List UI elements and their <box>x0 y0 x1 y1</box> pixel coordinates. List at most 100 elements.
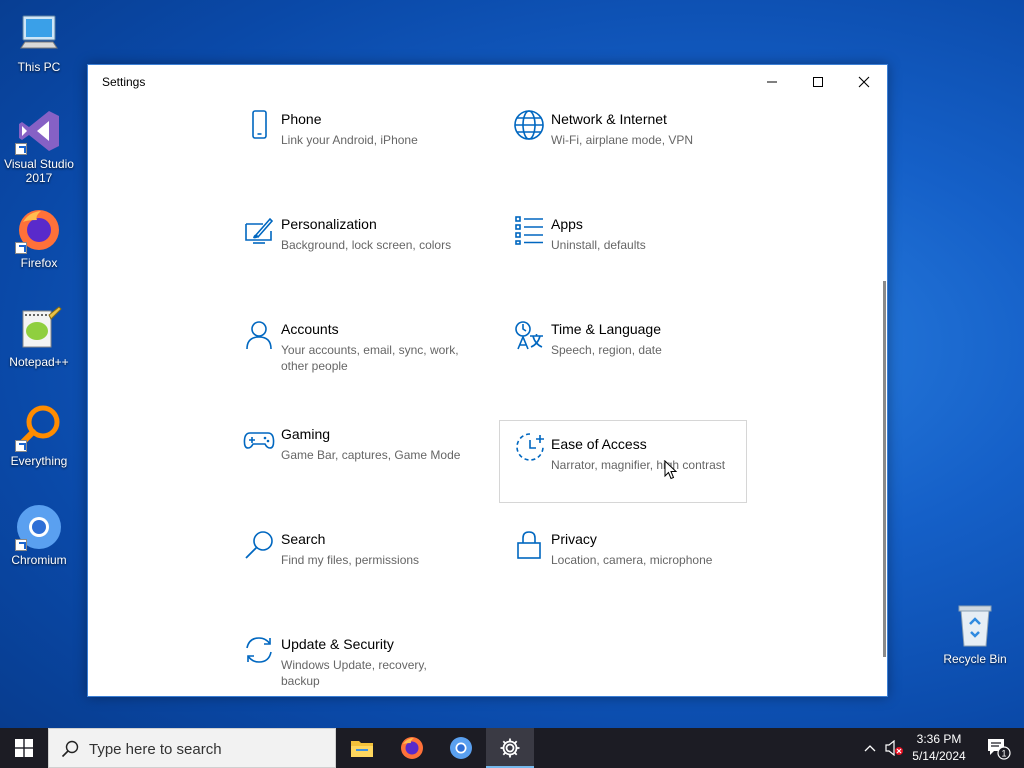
tile-title: Privacy <box>551 531 597 547</box>
desktop-icon-label: Everything <box>10 454 68 468</box>
tile-ease-of-access[interactable]: Ease of Access Narrator, magnifier, high… <box>499 420 747 503</box>
tile-phone[interactable]: Phone Link your Android, iPhone <box>229 99 477 181</box>
chromium-icon <box>15 503 63 551</box>
tile-gaming[interactable]: Gaming Game Bar, captures, Game Mode <box>229 414 477 496</box>
notepad-plus-plus-icon <box>15 305 63 353</box>
recycle-bin-icon <box>951 602 999 650</box>
tile-update-security[interactable]: Update & Security Windows Update, recove… <box>229 624 477 696</box>
notification-icon: 1 <box>988 739 1011 760</box>
desktop-icon-label: Recycle Bin <box>943 652 1007 666</box>
desktop-icon-this-pc[interactable]: This PC <box>1 10 77 74</box>
gear-icon <box>500 738 520 758</box>
notification-count: 1 <box>1001 749 1006 759</box>
tile-description: Narrator, magnifier, high contrast <box>551 458 726 472</box>
tile-title: Accounts <box>281 321 339 337</box>
minimize-button[interactable] <box>749 65 795 99</box>
settings-category-grid: Phone Link your Android, iPhone Network … <box>88 99 887 696</box>
shortcut-arrow-icon <box>15 143 27 155</box>
search-placeholder: Type here to search <box>89 741 222 758</box>
taskbar-firefox[interactable] <box>388 728 436 768</box>
firefox-icon <box>15 206 63 254</box>
close-icon <box>858 76 870 88</box>
taskbar-chromium[interactable] <box>437 728 485 768</box>
taskbar: Type here to search 3:36 PM 5/14/2024 1 <box>0 728 1024 768</box>
lock-icon <box>513 529 545 561</box>
search-icon <box>61 740 79 758</box>
globe-icon <box>513 109 545 141</box>
desktop-icon-chromium[interactable]: Chromium <box>1 503 77 567</box>
tile-title: Apps <box>551 216 583 232</box>
tile-apps[interactable]: Apps Uninstall, defaults <box>499 204 747 286</box>
desktop-icon-label: Notepad++ <box>9 355 69 369</box>
chevron-up-icon <box>864 745 876 752</box>
tile-description: Speech, region, date <box>551 343 662 357</box>
ease-of-access-icon <box>514 431 546 463</box>
windows-logo-icon <box>15 739 33 757</box>
tile-description: Link your Android, iPhone <box>281 133 418 147</box>
tile-title: Update & Security <box>281 636 394 652</box>
gamepad-icon <box>243 424 275 456</box>
close-button[interactable] <box>841 65 887 99</box>
show-hidden-icons-button[interactable] <box>860 728 880 768</box>
desktop-icon-visual-studio[interactable]: Visual Studio 2017 <box>1 107 77 185</box>
tile-personalization[interactable]: Personalization Background, lock screen,… <box>229 204 477 286</box>
taskbar-settings[interactable] <box>486 728 534 768</box>
tile-description: Wi-Fi, airplane mode, VPN <box>551 133 694 147</box>
maximize-button[interactable] <box>795 65 841 99</box>
tile-description: Location, camera, microphone <box>551 553 713 567</box>
taskbar-search-box[interactable]: Type here to search <box>48 728 336 768</box>
desktop-icon-firefox[interactable]: Firefox <box>1 206 77 270</box>
tile-title: Ease of Access <box>551 436 647 452</box>
volume-muted-icon <box>885 740 903 756</box>
desktop-icon-everything[interactable]: Everything <box>1 404 77 468</box>
taskbar-file-explorer[interactable] <box>338 728 386 768</box>
search-icon <box>243 529 275 561</box>
maximize-icon <box>813 77 823 87</box>
shortcut-arrow-icon <box>15 539 27 551</box>
desktop-icon-label: Visual Studio 2017 <box>4 157 74 185</box>
chromium-icon <box>450 737 472 759</box>
everything-search-icon <box>15 404 63 452</box>
tile-title: Personalization <box>281 216 377 232</box>
visual-studio-icon <box>15 107 63 155</box>
desktop-icon-recycle-bin[interactable]: Recycle Bin <box>937 602 1013 666</box>
desktop-icon-label: Firefox <box>20 256 58 270</box>
tile-time-language[interactable]: Time & Language Speech, region, date <box>499 309 747 391</box>
shortcut-arrow-icon <box>15 242 27 254</box>
desktop-icon-label: This PC <box>17 60 61 74</box>
clock-date: 5/14/2024 <box>912 749 966 763</box>
settings-window: Settings Phone Link your Android, iPhone… <box>87 64 888 697</box>
minimize-icon <box>767 81 777 83</box>
system-clock[interactable]: 3:36 PM 5/14/2024 <box>906 731 972 765</box>
tile-title: Search <box>281 531 326 547</box>
start-button[interactable] <box>0 728 48 768</box>
tile-description: Game Bar, captures, Game Mode <box>281 448 461 462</box>
clock-time: 3:36 PM <box>916 732 962 746</box>
desktop-icon-label: Chromium <box>11 553 67 567</box>
title-bar[interactable]: Settings <box>88 65 887 99</box>
volume-button[interactable] <box>882 728 906 768</box>
tile-network-internet[interactable]: Network & Internet Wi-Fi, airplane mode,… <box>499 99 747 181</box>
paintbrush-icon <box>243 214 275 246</box>
tile-description: Uninstall, defaults <box>551 238 646 252</box>
window-title: Settings <box>102 75 146 89</box>
tile-search[interactable]: Search Find my files, permissions <box>229 519 477 601</box>
action-center-button[interactable]: 1 <box>978 728 1018 768</box>
tile-description: Windows Update, recovery, backup <box>281 658 427 688</box>
desktop-icon-notepad-plus-plus[interactable]: Notepad++ <box>1 305 77 369</box>
tile-description: Your accounts, email, sync, work, other … <box>281 343 459 373</box>
vertical-scrollbar[interactable] <box>883 281 886 657</box>
tile-accounts[interactable]: Accounts Your accounts, email, sync, wor… <box>229 309 477 391</box>
firefox-icon <box>401 737 423 759</box>
language-icon <box>513 319 545 351</box>
tile-title: Gaming <box>281 426 331 442</box>
person-icon <box>243 319 275 351</box>
tile-description: Find my files, permissions <box>281 553 420 567</box>
shortcut-arrow-icon <box>15 440 27 452</box>
folder-icon <box>351 741 373 757</box>
tile-privacy[interactable]: Privacy Location, camera, microphone <box>499 519 747 601</box>
apps-list-icon <box>513 214 545 246</box>
sync-icon <box>243 634 275 666</box>
phone-icon <box>243 109 275 141</box>
tile-title: Network & Internet <box>551 111 667 127</box>
